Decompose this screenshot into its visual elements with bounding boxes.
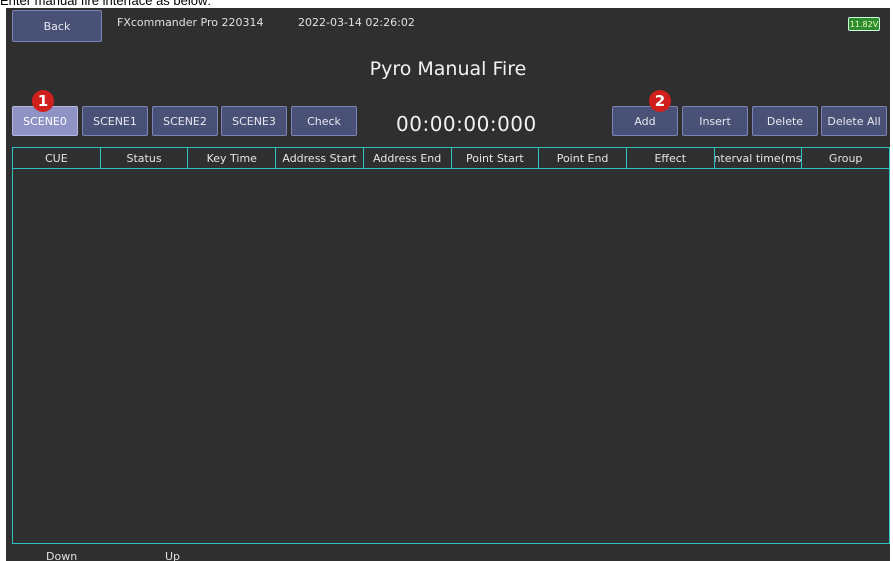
timer-display: 00:00:00:000 — [396, 112, 537, 136]
col-point-end: Point End — [539, 148, 627, 168]
scene3-button[interactable]: SCENE3 — [221, 106, 287, 136]
up-button[interactable]: Up — [165, 550, 180, 561]
device-screen: Back FXcommander Pro 220314 2022-03-14 0… — [6, 8, 890, 561]
col-cue: CUE — [13, 148, 101, 168]
check-button[interactable]: Check — [291, 106, 357, 136]
col-effect: Effect — [627, 148, 715, 168]
insert-button[interactable]: Insert — [682, 106, 748, 136]
col-group: Group — [828, 151, 863, 165]
scene1-button[interactable]: SCENE1 — [82, 106, 148, 136]
cue-table: CUE Status Key Time Address Start Addres… — [12, 147, 890, 544]
col-interval-time: Interval time(ms) — [715, 148, 803, 168]
back-button[interactable]: Back — [12, 10, 102, 42]
col-key-time: Key Time — [188, 148, 277, 168]
caption-text: Enter manual fire interface as below: — [0, 0, 211, 8]
col-address-start: Address Start — [276, 148, 364, 168]
table-header: CUE Status Key Time Address Start Addres… — [13, 148, 889, 169]
annotation-marker-2: 2 — [649, 90, 671, 112]
datetime: 2022-03-14 02:26:02 — [298, 16, 415, 29]
scene2-button[interactable]: SCENE2 — [152, 106, 218, 136]
table-body[interactable] — [13, 169, 889, 542]
battery-indicator: 11.82V — [848, 17, 880, 31]
col-address-end: Address End — [364, 148, 452, 168]
annotation-marker-1: 1 — [32, 90, 54, 112]
page-title: Pyro Manual Fire — [369, 58, 527, 80]
col-point-start: Point Start — [452, 148, 540, 168]
down-button[interactable]: Down — [46, 550, 77, 561]
col-status: Status — [101, 148, 189, 168]
delete-all-button[interactable]: Delete All — [821, 106, 887, 136]
app-name: FXcommander Pro 220314 — [117, 16, 264, 29]
delete-button[interactable]: Delete — [752, 106, 818, 136]
add-button[interactable]: Add — [612, 106, 678, 136]
